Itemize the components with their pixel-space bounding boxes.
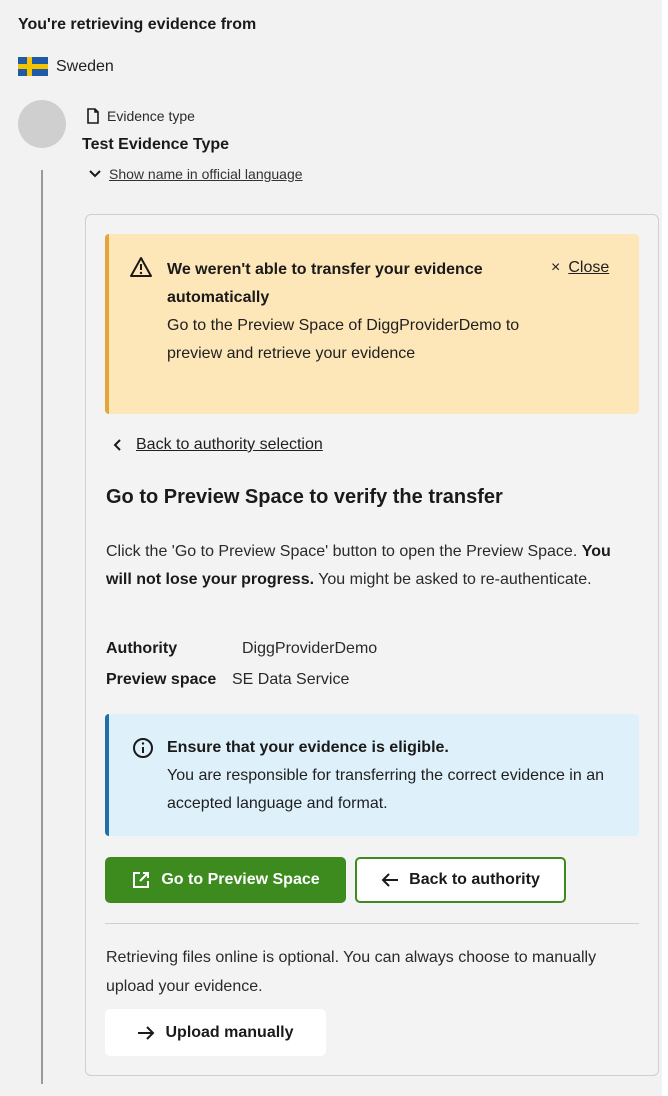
section-description: Click the 'Go to Preview Space' button t… [106,538,640,594]
evidence-type-text: Evidence type [107,108,195,124]
optional-retrieval-text: Retrieving files online is optional. You… [106,949,597,995]
chevron-down-icon [89,170,101,178]
back-to-authority-selection-link[interactable]: Back to authority selection [112,436,323,454]
external-link-icon [133,872,150,888]
preview-space-row: Preview space SE Data Service [106,671,349,689]
info-body: You are responsible for transferring the… [167,767,604,812]
desc-part-1: Click the 'Go to Preview Space' button t… [106,543,582,560]
desc-part-2: You might be asked to re-authenticate. [314,571,592,588]
chevron-left-icon [113,439,121,451]
document-icon [87,108,99,124]
info-title: Ensure that your evidence is eligible. [167,739,449,756]
arrow-right-icon [138,1025,155,1040]
upload-manually-button[interactable]: Upload manually [105,1009,326,1056]
warning-body: Go to the Preview Space of DiggProviderD… [167,317,520,362]
preview-space-label: Preview space [106,671,217,688]
timeline-line [41,170,43,1084]
authority-row: Authority DiggProviderDemo [106,640,377,658]
go-to-preview-space-button[interactable]: Go to Preview Space [105,857,346,903]
authority-value: DiggProviderDemo [242,640,378,657]
show-official-language-link[interactable]: Show name in official language [109,166,303,182]
back-to-authority-button[interactable]: Back to authority [355,857,566,903]
close-label: Close [568,259,610,276]
close-icon: × [551,259,561,276]
back-authority-label: Back to authority [409,871,540,888]
page-edge [662,0,668,1096]
arrow-left-icon [381,873,399,887]
step-marker [18,100,66,148]
divider [105,923,639,924]
warning-title: We weren't able to transfer your evidenc… [167,261,483,306]
section-title: Go to Preview Space to verify the transf… [106,486,503,508]
go-preview-label: Go to Preview Space [161,871,320,888]
country-indicator: Sweden [18,57,114,76]
sweden-flag-icon [18,57,48,76]
page-title: You're retrieving evidence from [18,16,257,33]
authority-label: Authority [106,640,178,657]
country-name: Sweden [56,57,114,75]
warning-icon [130,257,152,277]
evidence-name: Test Evidence Type [82,136,230,153]
preview-space-value: SE Data Service [232,671,350,688]
evidence-type-label: Evidence type [86,108,195,124]
upload-label: Upload manually [165,1023,294,1041]
info-icon [133,738,153,758]
show-official-language-toggle[interactable]: Show name in official language [88,166,303,182]
close-alert-button[interactable]: × Close [551,256,609,280]
back-link-label: Back to authority selection [136,436,323,453]
